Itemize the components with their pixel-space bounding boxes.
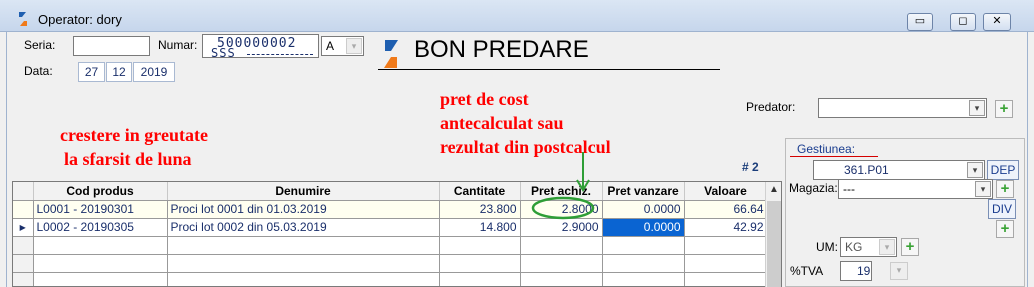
add-um-button[interactable]: + bbox=[901, 238, 919, 256]
numar-prefix: SSS bbox=[211, 46, 236, 60]
annotation-circle bbox=[531, 196, 595, 220]
chevron-down-icon[interactable]: ▾ bbox=[969, 100, 985, 116]
cell-cod[interactable]: L0001 - 20190301 bbox=[33, 200, 168, 219]
table-row[interactable] bbox=[13, 254, 781, 273]
grid-scrollbar[interactable]: ▲ bbox=[765, 182, 781, 287]
cell-cod[interactable]: L0002 - 20190305 bbox=[33, 218, 168, 237]
annotation-left: crestere in greutate la sfarsit de luna bbox=[60, 125, 208, 169]
table-row[interactable]: L0001 - 20190301 Proci lot 0001 din 01.0… bbox=[13, 200, 781, 219]
gestiunea-underline bbox=[790, 156, 878, 157]
chevron-down-icon[interactable]: ▾ bbox=[975, 181, 991, 197]
numar-label: Numar: bbox=[158, 38, 198, 52]
app-logo-icon bbox=[19, 12, 27, 26]
cell-cantitate[interactable]: 23.800 bbox=[439, 200, 521, 219]
maximize-icon: ◻ bbox=[958, 15, 968, 27]
col-denumire[interactable]: Denumire bbox=[167, 182, 440, 201]
um-select[interactable]: KG ▾ bbox=[840, 237, 897, 257]
window-title: Operator: dory bbox=[38, 12, 122, 27]
close-button[interactable]: ✕ bbox=[983, 13, 1011, 31]
add-predator-button[interactable]: + bbox=[995, 100, 1013, 118]
cell-denumire[interactable]: Proci lot 0002 din 05.03.2019 bbox=[167, 218, 440, 237]
um-label: UM: bbox=[816, 240, 838, 254]
chevron-down-icon[interactable]: ▾ bbox=[890, 262, 908, 280]
date-year-input[interactable]: 2019 bbox=[133, 62, 175, 82]
data-label: Data: bbox=[24, 64, 53, 78]
scrollbar-thumb[interactable] bbox=[767, 201, 781, 287]
cell-valoare[interactable]: 66.64 bbox=[684, 200, 768, 219]
chevron-down-icon[interactable]: ▾ bbox=[967, 162, 983, 178]
cell-valoare[interactable]: 42.92 bbox=[684, 218, 768, 237]
predator-select[interactable]: ▾ bbox=[818, 98, 987, 118]
col-cod-produs[interactable]: Cod produs bbox=[33, 182, 168, 201]
minimize-icon: ▭ bbox=[914, 15, 926, 27]
maximize-button[interactable]: ◻ bbox=[950, 13, 976, 31]
col-cantitate[interactable]: Cantitate bbox=[439, 182, 521, 201]
table-row[interactable] bbox=[13, 272, 781, 286]
col-valoare[interactable]: Valoare bbox=[684, 182, 768, 201]
magazia-select[interactable]: --- ▾ bbox=[838, 179, 993, 199]
title-bar: Operator: dory ▭ ◻ ✕ bbox=[0, 0, 1034, 32]
tva-label: %TVA bbox=[790, 264, 824, 278]
gestiunea-label: Gestiunea: bbox=[797, 142, 856, 156]
gestiunea-select[interactable]: 361.P01 ▾ bbox=[813, 160, 985, 180]
add-magazia-button[interactable]: + bbox=[996, 180, 1014, 198]
plus-icon: + bbox=[999, 100, 1009, 117]
title-underline bbox=[378, 69, 720, 70]
page-title: BON PREDARE bbox=[414, 36, 589, 63]
products-grid: Cod produs Denumire Cantitate Pret achiz… bbox=[12, 181, 782, 287]
plus-icon: + bbox=[1000, 180, 1010, 197]
annotation-highlight bbox=[531, 152, 595, 220]
dep-button[interactable]: DEP bbox=[987, 160, 1019, 180]
chevron-down-icon[interactable]: ▾ bbox=[879, 239, 895, 255]
table-row[interactable]: ▶ L0002 - 20190305 Proci lot 0002 din 05… bbox=[13, 218, 781, 237]
row-indicator bbox=[13, 200, 34, 219]
seria-input[interactable] bbox=[73, 36, 150, 56]
row-count: # 2 bbox=[742, 160, 759, 174]
row-indicator-icon: ▶ bbox=[13, 218, 34, 237]
cell-cantitate[interactable]: 14.800 bbox=[439, 218, 521, 237]
numar-letter-select[interactable]: A ▾ bbox=[321, 36, 364, 56]
company-logo-icon bbox=[384, 40, 398, 68]
plus-icon: + bbox=[905, 238, 915, 255]
date-month-input[interactable]: 12 bbox=[106, 62, 132, 82]
div-button[interactable]: DIV bbox=[988, 199, 1016, 219]
cell-denumire[interactable]: Proci lot 0001 din 01.03.2019 bbox=[167, 200, 440, 219]
numar-input[interactable]: 500000002 SSS bbox=[202, 34, 319, 60]
date-day-input[interactable]: 27 bbox=[78, 62, 105, 82]
tva-input[interactable]: 19 bbox=[840, 261, 872, 281]
chevron-down-icon[interactable]: ▾ bbox=[346, 38, 362, 54]
close-icon: ✕ bbox=[992, 15, 1002, 27]
table-row[interactable] bbox=[13, 236, 781, 255]
seria-label: Seria: bbox=[24, 38, 56, 52]
magazia-label: Magazia: bbox=[789, 181, 838, 195]
indicator-header bbox=[13, 182, 34, 201]
scroll-up-icon[interactable]: ▲ bbox=[766, 184, 782, 195]
minimize-button[interactable]: ▭ bbox=[907, 13, 933, 31]
predator-label: Predator: bbox=[746, 100, 796, 114]
add-div-button[interactable]: + bbox=[996, 220, 1014, 238]
plus-icon: + bbox=[1000, 220, 1010, 237]
